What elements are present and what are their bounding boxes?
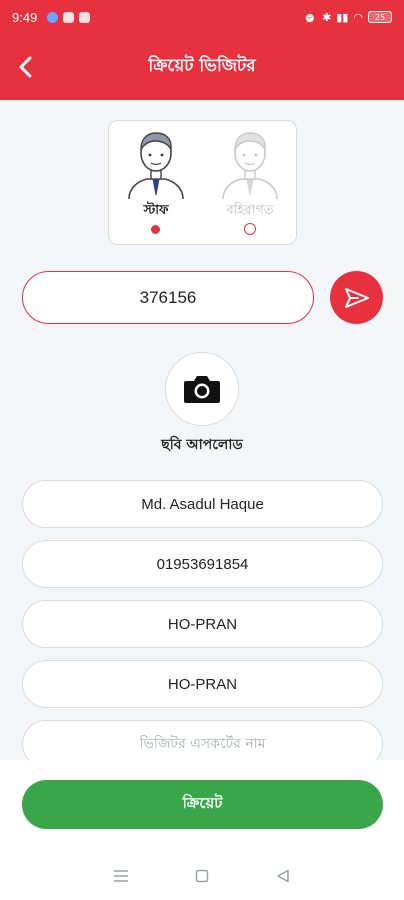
menu-icon xyxy=(113,870,128,882)
bluetooth-icon: ✱ xyxy=(322,10,332,24)
visitor-type-selector: স্টাফ বহিরাগত xyxy=(108,120,297,245)
notification-icons xyxy=(47,11,91,23)
visitor-type-staff[interactable]: স্টাফ xyxy=(109,121,203,246)
triangle-back-icon xyxy=(277,869,290,883)
back-button[interactable] xyxy=(6,47,46,87)
alarm-icon: ⏰ xyxy=(303,10,318,24)
visitor-organization-field[interactable]: HO-PRAN xyxy=(22,600,383,648)
radio-unselected[interactable] xyxy=(244,223,256,235)
page-title: ক্রিয়েট ভিজিটর xyxy=(148,56,256,76)
send-button[interactable] xyxy=(330,271,383,324)
notification-icon xyxy=(79,11,91,23)
visitor-type-label: বহিরাগত xyxy=(226,203,274,218)
app-bar: ক্রিয়েট ভিজিটর xyxy=(0,34,404,100)
status-time: 9:49 xyxy=(12,9,38,25)
system-navigation-bar xyxy=(0,858,404,894)
radio-selected[interactable] xyxy=(151,225,160,234)
status-bar: 9:49 ⏰ ✱ ▮▮ ◠ 25 xyxy=(0,0,404,34)
recent-apps-button[interactable] xyxy=(106,861,136,891)
notification-icon xyxy=(47,11,59,23)
notification-icon xyxy=(63,11,75,23)
wifi-icon: ◠ xyxy=(353,10,363,24)
visitor-phone-field[interactable]: 01953691854 xyxy=(22,540,383,588)
chevron-left-icon xyxy=(19,56,32,78)
create-button[interactable]: ক্রিয়েট xyxy=(22,780,383,829)
visitor-name-field[interactable]: Md. Asadul Haque xyxy=(22,480,383,528)
camera-icon xyxy=(184,376,220,403)
square-icon xyxy=(195,869,209,883)
visitor-code-input[interactable]: 376156 xyxy=(22,271,314,324)
signal-icon: ▮▮ xyxy=(336,10,349,24)
staff-avatar-icon xyxy=(128,132,184,200)
photo-upload-label: ছবি আপলোড xyxy=(161,437,243,453)
photo-upload-button[interactable] xyxy=(165,352,239,426)
battery-icon: 25 xyxy=(368,11,392,23)
system-icons: ⏰ ✱ ▮▮ ◠ 25 xyxy=(303,11,392,24)
visitor-type-outsider[interactable]: বহিরাগত xyxy=(203,121,297,246)
send-icon xyxy=(344,287,369,308)
system-back-button[interactable] xyxy=(268,861,298,891)
visitor-type-label: স্টাফ xyxy=(143,203,169,218)
home-button[interactable] xyxy=(187,861,217,891)
outsider-avatar-icon xyxy=(222,132,278,200)
visitor-location-field[interactable]: HO-PRAN xyxy=(22,660,383,708)
